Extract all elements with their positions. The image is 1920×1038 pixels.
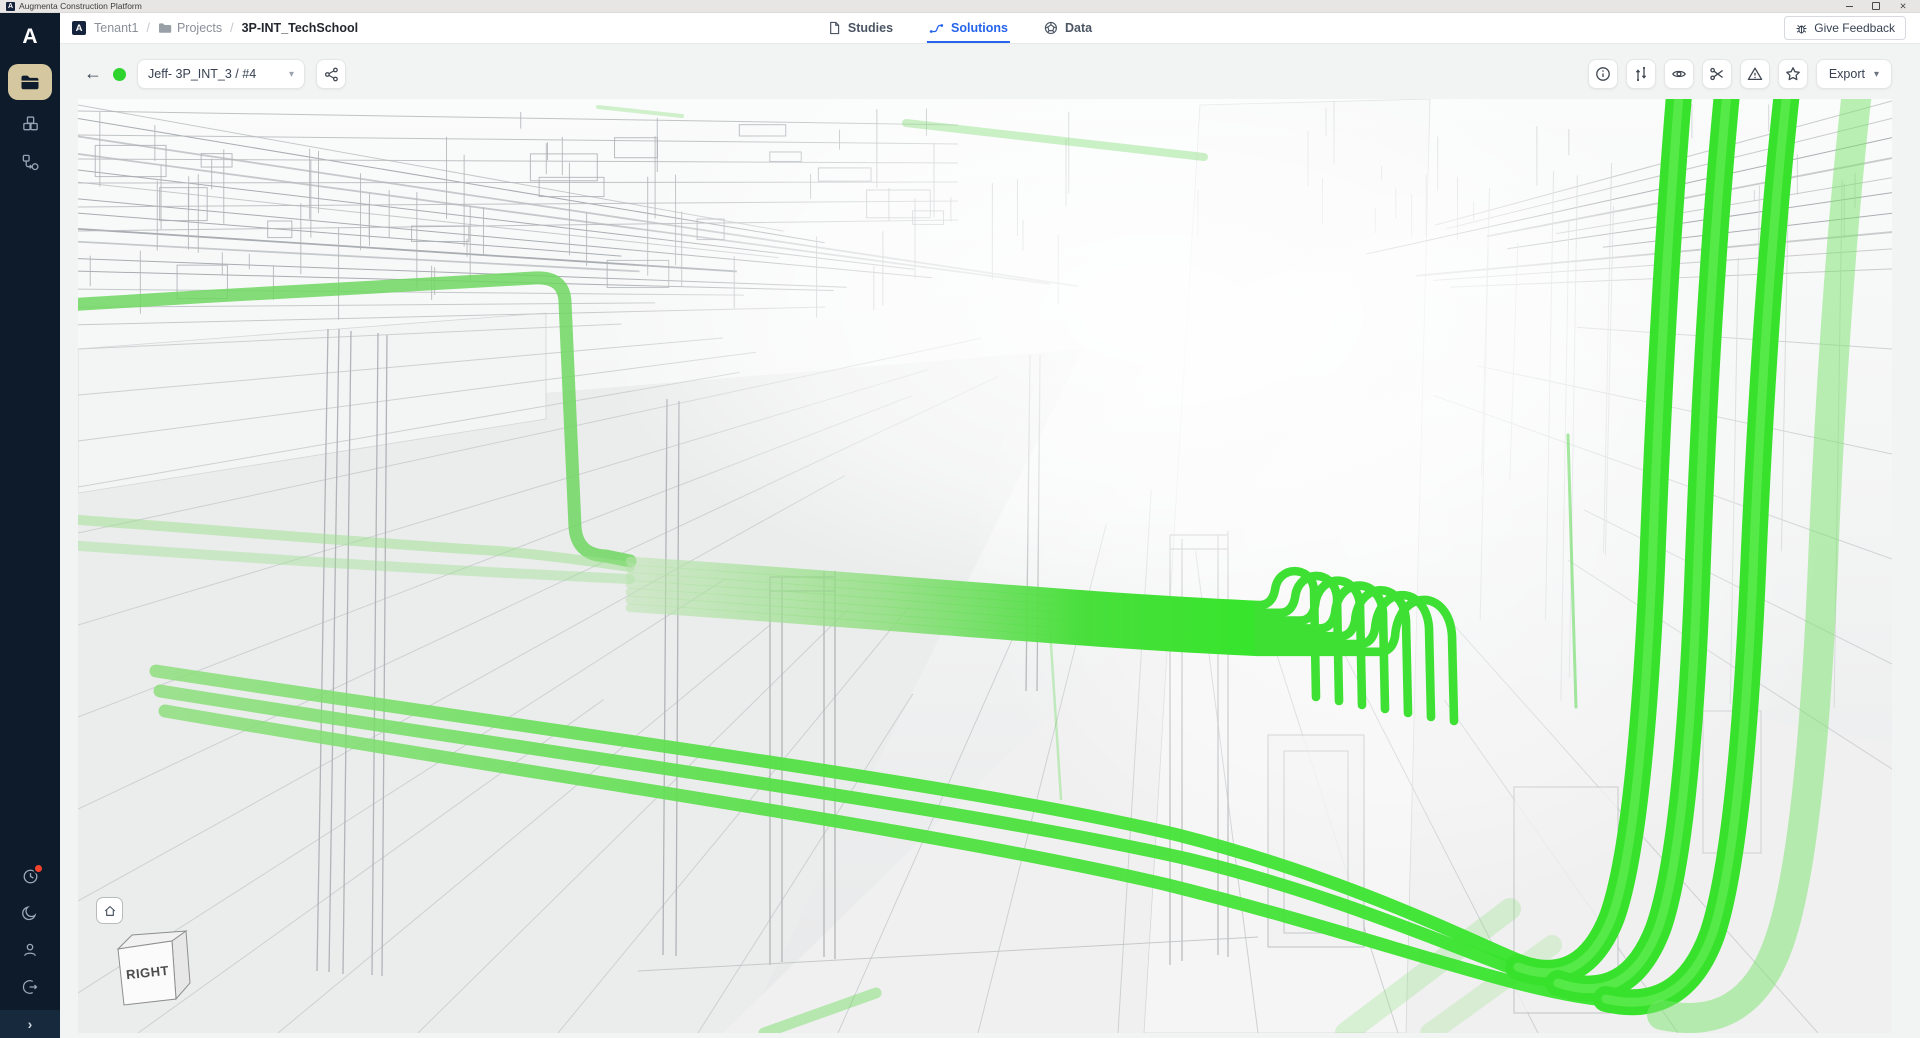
close-button[interactable]: ✕ (1898, 1, 1908, 11)
3d-viewport[interactable]: RIGHT (78, 99, 1892, 1033)
tab-studies-label: Studies (848, 21, 893, 35)
breadcrumb-separator: / (230, 21, 233, 35)
sidebar-item-workflow[interactable] (8, 146, 52, 178)
solution-select[interactable]: Jeff- 3P_INT_3 / #4 ▾ (137, 59, 305, 89)
notification-badge (33, 863, 44, 874)
scissors-icon (1709, 66, 1725, 82)
tab-data[interactable]: Data (1042, 13, 1094, 43)
breadcrumb-projects-label: Projects (177, 21, 222, 35)
back-button[interactable]: ← (84, 64, 102, 84)
window-controls: ✕ (1844, 1, 1914, 11)
window-titlebar: A Augmenta Construction Platform ✕ (0, 0, 1920, 13)
sidebar-expand-button[interactable]: › (0, 1010, 60, 1038)
studies-icon (828, 21, 841, 35)
export-button[interactable]: Export ▾ (1816, 59, 1892, 89)
breadcrumb: A Tenant1 / Projects / 3P-INT_TechSchool (72, 13, 358, 43)
visibility-button[interactable] (1664, 59, 1694, 89)
blocks-icon (21, 114, 40, 133)
eye-icon (1671, 66, 1687, 82)
info-icon (1595, 66, 1611, 82)
chevron-down-icon: ▾ (289, 69, 294, 80)
sidebar-item-blocks[interactable] (8, 107, 52, 139)
home-icon (103, 904, 117, 918)
sidebar-item-account[interactable] (19, 939, 41, 961)
app-window: A Augmenta Construction Platform ✕ A Ten… (0, 0, 1920, 1038)
chevron-down-icon: ▾ (1874, 69, 1879, 80)
section-cut-button[interactable] (1702, 59, 1732, 89)
swap-arrows-icon (1633, 66, 1649, 82)
user-icon (21, 941, 39, 959)
warning-triangle-icon (1747, 66, 1763, 82)
compare-button[interactable] (1626, 59, 1656, 89)
solution-name: Jeff- 3P_INT_3 / #4 (148, 67, 256, 81)
sidebar-bottom (19, 865, 41, 1010)
maximize-button[interactable] (1871, 1, 1881, 11)
info-button[interactable] (1588, 59, 1618, 89)
breadcrumb-project-name: 3P-INT_TechSchool (242, 21, 358, 35)
breadcrumb-tenant[interactable]: Tenant1 (94, 21, 138, 35)
tab-solutions-label: Solutions (951, 21, 1008, 35)
top-navbar: A Tenant1 / Projects / 3P-INT_TechSchool… (0, 13, 1920, 44)
toolbar-right: Export ▾ (1588, 59, 1892, 89)
model-scene[interactable] (78, 99, 1892, 1033)
folder-icon (20, 74, 40, 91)
toolbar-left: ← Jeff- 3P_INT_3 / #4 ▾ (84, 59, 346, 89)
star-icon (1785, 66, 1801, 82)
view-cube[interactable]: RIGHT (104, 923, 200, 1019)
tab-studies[interactable]: Studies (826, 13, 895, 43)
favorite-button[interactable] (1778, 59, 1808, 89)
tenant-logo-icon: A (72, 21, 86, 35)
logout-icon (21, 978, 39, 996)
sidebar: A › (0, 13, 60, 1038)
data-icon (1044, 21, 1058, 35)
sidebar-item-logout[interactable] (19, 976, 41, 998)
solutions-icon (929, 22, 944, 35)
share-button[interactable] (316, 59, 346, 89)
window-title: Augmenta Construction Platform (19, 1, 142, 11)
tab-data-label: Data (1065, 21, 1092, 35)
warnings-button[interactable] (1740, 59, 1770, 89)
give-feedback-label: Give Feedback (1814, 21, 1895, 35)
breadcrumb-projects[interactable]: Projects (158, 21, 222, 35)
bug-icon (1795, 22, 1808, 35)
app-icon: A (6, 2, 15, 11)
status-dot (113, 68, 126, 81)
folder-icon (158, 22, 172, 34)
solution-toolbar: ← Jeff- 3P_INT_3 / #4 ▾ (84, 57, 1892, 91)
sidebar-logo: A (22, 26, 37, 47)
workflow-icon (21, 153, 40, 172)
give-feedback-button[interactable]: Give Feedback (1784, 16, 1906, 40)
home-view-button[interactable] (96, 897, 123, 924)
export-label: Export (1829, 67, 1865, 81)
sidebar-item-activity[interactable] (19, 865, 41, 887)
chevron-right-icon: › (28, 1016, 33, 1032)
minimize-button[interactable] (1844, 1, 1854, 11)
tab-solutions[interactable]: Solutions (927, 13, 1010, 43)
main-tabs: Studies Solutions Data (826, 13, 1094, 43)
sidebar-item-dark-mode[interactable] (19, 902, 41, 924)
share-icon (324, 67, 339, 82)
sidebar-item-projects[interactable] (8, 64, 52, 100)
breadcrumb-separator: / (146, 21, 149, 35)
moon-icon (21, 904, 39, 922)
